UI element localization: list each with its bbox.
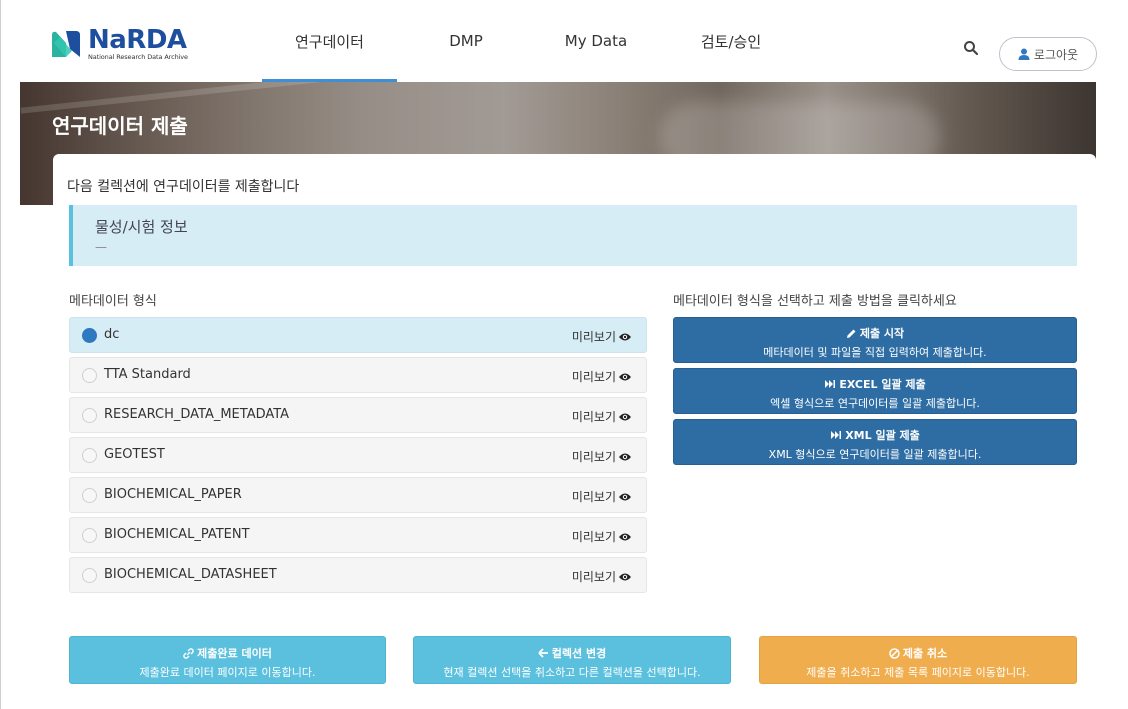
ban-icon — [889, 647, 900, 659]
button-description: 제출완료 데이터 페이지로 이동합니다. — [139, 666, 316, 679]
xml-bulk-submit-button[interactable]: XML 일괄 제출 XML 형식으로 연구데이터를 일괄 제출합니다. — [673, 419, 1077, 465]
preview-link[interactable]: 미리보기 — [572, 488, 632, 505]
completed-data-button[interactable]: 제출완료 데이터 제출완료 데이터 페이지로 이동합니다. — [69, 636, 386, 684]
user-icon — [1018, 48, 1030, 60]
metadata-option-label: BIOCHEMICAL_PAPER — [104, 487, 242, 502]
eye-icon — [619, 573, 631, 580]
eye-icon — [619, 533, 631, 540]
metadata-option-label: RESEARCH_DATA_METADATA — [104, 407, 290, 422]
preview-link[interactable]: 미리보기 — [572, 368, 632, 385]
collection-title: 물성/시험 정보 — [95, 218, 188, 236]
nav-research-data[interactable]: 연구데이터 — [262, 0, 397, 82]
submission-method-label: 메타데이터 형식을 선택하고 제출 방법을 클릭하세요 — [673, 294, 957, 309]
button-description: XML 형식으로 연구데이터를 일괄 제출합니다. — [768, 448, 982, 461]
site-header: NaRDA National Research Data Archive 연구데… — [1, 0, 1128, 82]
metadata-option-biochemical-patent[interactable]: BIOCHEMICAL_PATENT 미리보기 — [69, 517, 647, 553]
radio-button[interactable] — [82, 408, 97, 423]
link-icon — [183, 647, 194, 659]
metadata-format-list: dc 미리보기 TTA Standard 미리보기 RESEARCH_DATA_… — [69, 317, 647, 597]
preview-link[interactable]: 미리보기 — [572, 528, 632, 545]
collection-value: — — [95, 240, 107, 254]
panel-subtitle: 다음 컬렉션에 연구데이터를 제출합니다 — [67, 179, 300, 195]
metadata-option-tta-standard[interactable]: TTA Standard 미리보기 — [69, 357, 647, 393]
radio-button[interactable] — [82, 328, 97, 343]
nav-my-data[interactable]: My Data — [546, 0, 646, 82]
metadata-option-label: BIOCHEMICAL_DATASHEET — [104, 567, 277, 582]
logout-button[interactable]: 로그아웃 — [999, 37, 1097, 71]
metadata-option-label: dc — [104, 327, 120, 342]
preview-link[interactable]: 미리보기 — [572, 408, 632, 425]
eye-icon — [619, 493, 631, 500]
start-submission-button[interactable]: 제출 시작 메타데이터 및 파일을 직접 입력하여 제출합니다. — [673, 317, 1077, 363]
metadata-option-biochemical-datasheet[interactable]: BIOCHEMICAL_DATASHEET 미리보기 — [69, 557, 647, 593]
metadata-option-research-data-metadata[interactable]: RESEARCH_DATA_METADATA 미리보기 — [69, 397, 647, 433]
radio-button[interactable] — [82, 568, 97, 583]
collection-info-box: 물성/시험 정보 — — [69, 205, 1077, 266]
brand-subtitle: National Research Data Archive — [88, 53, 188, 61]
radio-button[interactable] — [82, 368, 97, 383]
eye-icon — [619, 453, 631, 460]
radio-button[interactable] — [82, 488, 97, 503]
logout-label: 로그아웃 — [1033, 47, 1079, 62]
metadata-format-label: 메타데이터 형식 — [69, 294, 157, 309]
change-collection-button[interactable]: 컬렉션 변경 현재 컬렉션 선택을 취소하고 다른 컬렉션을 선택합니다. — [413, 636, 731, 684]
metadata-option-biochemical-paper[interactable]: BIOCHEMICAL_PAPER 미리보기 — [69, 477, 647, 513]
preview-link[interactable]: 미리보기 — [572, 568, 632, 585]
metadata-option-label: GEOTEST — [104, 447, 165, 462]
preview-link[interactable]: 미리보기 — [572, 328, 632, 345]
button-description: 제출을 취소하고 제출 목록 페이지로 이동합니다. — [806, 666, 1030, 679]
radio-button[interactable] — [82, 448, 97, 463]
button-description: 현재 컬렉션 선택을 취소하고 다른 컬렉션을 선택합니다. — [443, 666, 701, 679]
narda-logo-icon — [52, 31, 80, 57]
fast-forward-icon — [825, 380, 836, 388]
metadata-option-geotest[interactable]: GEOTEST 미리보기 — [69, 437, 647, 473]
search-icon[interactable] — [963, 40, 979, 56]
nav-dmp[interactable]: DMP — [421, 0, 511, 82]
eye-icon — [619, 413, 631, 420]
eye-icon — [619, 373, 631, 380]
metadata-option-dc[interactable]: dc 미리보기 — [69, 317, 647, 353]
fast-forward-icon — [831, 431, 842, 439]
brand-title: NaRDA — [88, 25, 187, 55]
metadata-option-label: TTA Standard — [104, 367, 191, 382]
logo[interactable]: NaRDA National Research Data Archive — [50, 27, 188, 61]
excel-bulk-submit-button[interactable]: EXCEL 일괄 제출 엑셀 형식으로 연구데이터를 일괄 제출합니다. — [673, 368, 1077, 414]
radio-button[interactable] — [82, 528, 97, 543]
nav-review-approval[interactable]: 검토/승인 — [681, 0, 781, 82]
eye-icon — [619, 333, 631, 340]
submission-panel: 다음 컬렉션에 연구데이터를 제출합니다 물성/시험 정보 — 메타데이터 형식… — [53, 154, 1096, 709]
page-title: 연구데이터 제출 — [52, 114, 188, 138]
preview-link[interactable]: 미리보기 — [572, 448, 632, 465]
pencil-icon — [846, 329, 856, 338]
button-description: 메타데이터 및 파일을 직접 입력하여 제출합니다. — [763, 346, 987, 359]
button-description: 엑셀 형식으로 연구데이터를 일괄 제출합니다. — [770, 397, 980, 410]
arrow-left-icon — [538, 648, 548, 658]
cancel-submission-button[interactable]: 제출 취소 제출을 취소하고 제출 목록 페이지로 이동합니다. — [759, 636, 1077, 684]
metadata-option-label: BIOCHEMICAL_PATENT — [104, 527, 250, 542]
